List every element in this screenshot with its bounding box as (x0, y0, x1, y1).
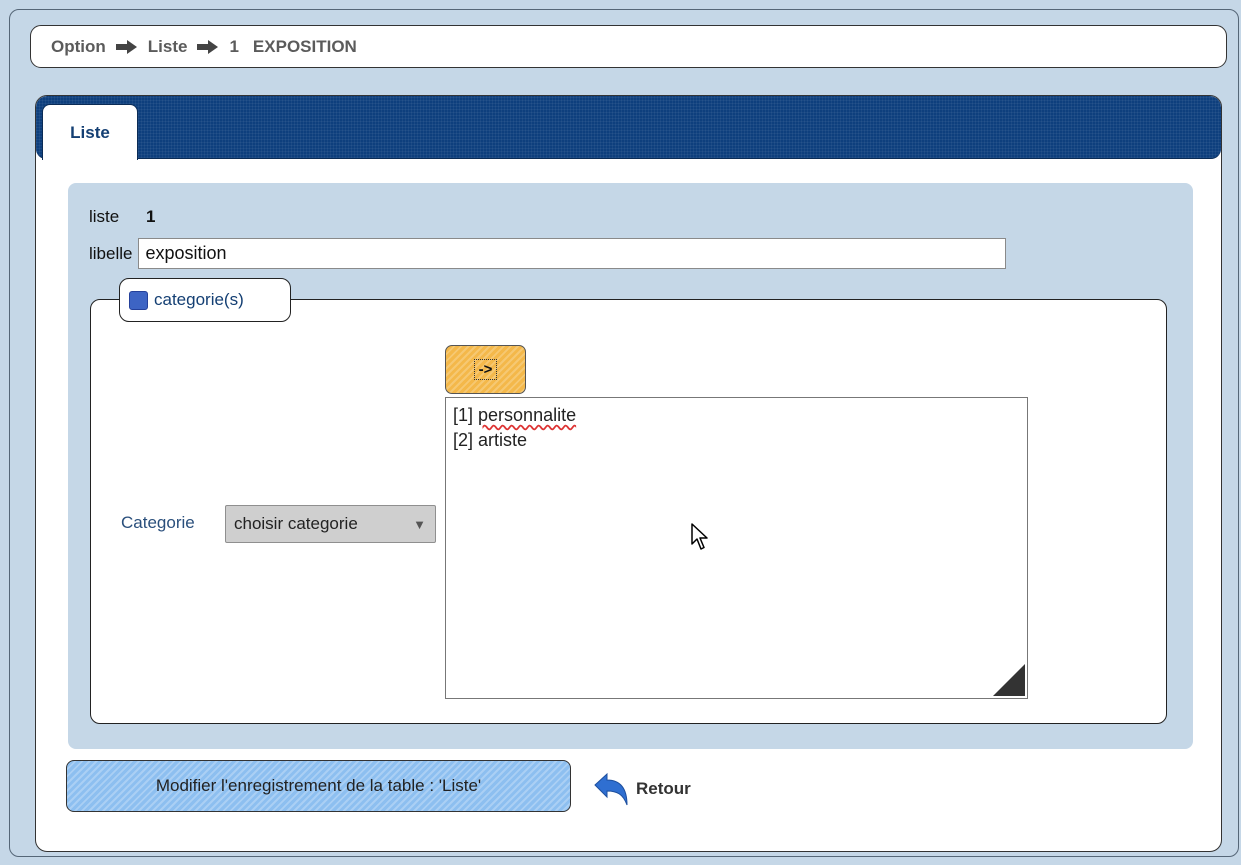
modify-record-button[interactable]: Modifier l'enregistrement de la table : … (66, 760, 571, 812)
resize-handle-icon[interactable] (993, 664, 1025, 696)
breadcrumb: Option Liste 1 EXPOSITION (30, 25, 1227, 68)
list-item[interactable]: [2] artiste (453, 428, 1020, 453)
breadcrumb-liste[interactable]: Liste (148, 37, 188, 57)
breadcrumb-record-number: 1 (229, 36, 239, 56)
square-icon (129, 290, 148, 310)
fieldset-title: categorie(s) (154, 290, 244, 309)
categorie-select[interactable]: choisir categorie ▼ (225, 505, 436, 543)
back-arrow-icon (594, 772, 628, 806)
libelle-row: libelle (89, 238, 1007, 269)
tab-bar: Liste (36, 96, 1221, 160)
arrow-right-icon (197, 39, 219, 54)
add-category-label: -> (473, 359, 498, 380)
liste-label: liste (89, 207, 120, 226)
categorie-select-value: choisir categorie (234, 514, 358, 533)
breadcrumb-record-title: EXPOSITION (252, 36, 357, 56)
breadcrumb-option[interactable]: Option (51, 37, 106, 57)
content-panel: Liste liste 1 libelle categorie(s) Categ… (35, 95, 1222, 852)
form-area: liste 1 libelle categorie(s) Categorie c… (68, 183, 1193, 749)
mouse-pointer-icon (691, 523, 711, 558)
libelle-input[interactable] (138, 238, 1007, 269)
fieldset-legend: categorie(s) (119, 278, 291, 322)
categorie-label: Categorie (121, 513, 195, 532)
list-item[interactable]: [1] personnalite (453, 403, 1020, 428)
categories-fieldset: categorie(s) Categorie choisir categorie… (90, 278, 1167, 724)
tab-liste[interactable]: Liste (42, 104, 138, 160)
chevron-down-icon: ▼ (413, 517, 426, 532)
add-category-button[interactable]: -> (445, 345, 526, 394)
arrow-right-icon (115, 39, 138, 54)
liste-row: liste 1 (89, 207, 155, 227)
liste-value: 1 (145, 207, 156, 226)
back-link[interactable]: Retour (593, 771, 691, 807)
libelle-label: libelle (89, 243, 133, 263)
back-label: Retour (636, 779, 691, 798)
categories-listbox[interactable]: [1] personnalite [2] artiste (445, 397, 1028, 699)
